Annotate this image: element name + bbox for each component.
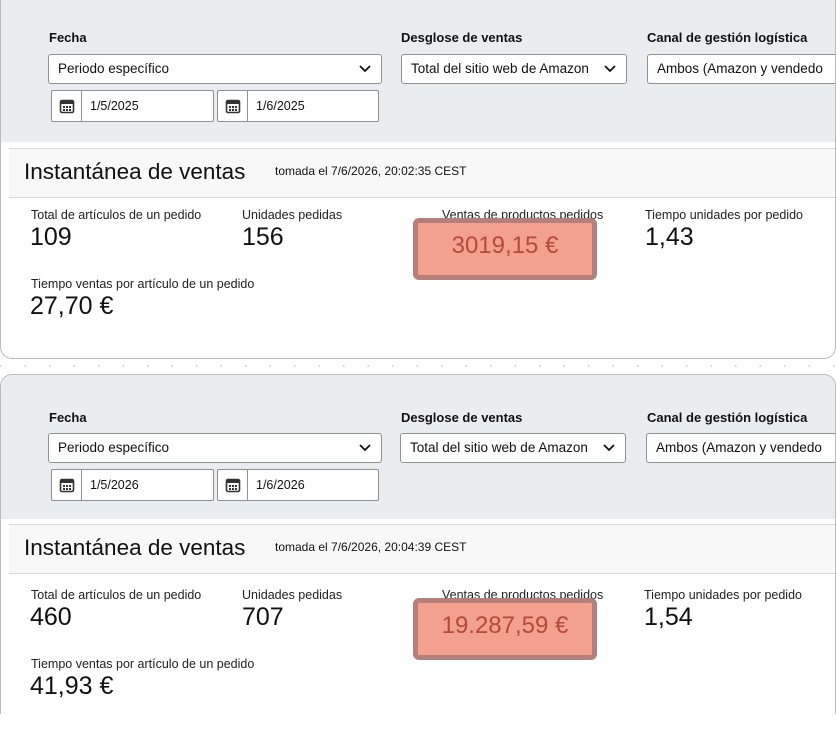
calendar-icon[interactable]	[52, 91, 82, 121]
desglose-select-value: Total del sitio web de Amazon	[410, 440, 588, 455]
canal-select-value: Ambos (Amazon y vendedo	[656, 440, 822, 455]
total-items-value: 109	[30, 223, 72, 251]
start-date-input[interactable]: 1/5/2025	[51, 90, 214, 122]
sales-panel-2025: Fecha Periodo específico 1/5/2025 1/6/20…	[0, 0, 836, 359]
sales-per-item-value: 27,70 €	[30, 292, 114, 320]
snapshot-title: Instantánea de ventas	[24, 535, 246, 560]
sales-value-highlight: 19.287,59 €	[413, 598, 597, 660]
chevron-down-icon	[359, 444, 371, 452]
fecha-select[interactable]: Periodo específico	[48, 433, 382, 463]
total-items-label: Total de artículos de un pedido	[31, 588, 202, 602]
start-date-value: 1/5/2025	[90, 99, 139, 113]
end-date-value: 1/6/2026	[256, 478, 305, 492]
end-date-value: 1/6/2025	[256, 99, 305, 113]
desglose-label: Desglose de ventas	[401, 410, 523, 425]
fecha-select-value: Periodo específico	[58, 61, 170, 76]
calendar-icon[interactable]	[218, 91, 248, 121]
sales-panel-2026: Fecha Periodo específico 1/5/2026 1/6/20…	[0, 374, 836, 714]
end-date-input[interactable]: 1/6/2025	[217, 90, 379, 122]
sales-value: 19.287,59 €	[441, 612, 569, 639]
calendar-icon[interactable]	[52, 470, 82, 500]
fecha-label: Fecha	[49, 410, 87, 425]
units-per-order-label: Tiempo unidades por pedido	[645, 208, 803, 222]
chevron-down-icon	[603, 444, 615, 452]
canal-label: Canal de gestión logística	[647, 30, 808, 45]
sales-value: 3019,15 €	[451, 232, 559, 259]
units-per-order-value: 1,43	[645, 223, 694, 251]
canal-select[interactable]: Ambos (Amazon y vendedo	[646, 433, 835, 463]
separator-dots	[0, 365, 836, 367]
snapshot-header: Instantánea de ventas tomada el 7/6/2026…	[9, 524, 835, 574]
snapshot-timestamp: tomada el 7/6/2026, 20:04:39 CEST	[275, 540, 467, 554]
units-per-order-value: 1,54	[644, 603, 693, 631]
fecha-select[interactable]: Periodo específico	[48, 54, 382, 84]
sales-value-highlight: 3019,15 €	[413, 218, 597, 280]
desglose-select-value: Total del sitio web de Amazon	[411, 61, 589, 76]
canal-label: Canal de gestión logística	[647, 410, 808, 425]
desglose-select[interactable]: Total del sitio web de Amazon	[400, 433, 626, 463]
filter-bar: Fecha Periodo específico 1/5/2025 1/6/20…	[1, 0, 835, 142]
total-items-value: 460	[30, 603, 72, 631]
desglose-select[interactable]: Total del sitio web de Amazon	[401, 54, 627, 84]
total-items-label: Total de artículos de un pedido	[31, 208, 202, 222]
start-date-input[interactable]: 1/5/2026	[51, 469, 214, 501]
canal-select-value: Ambos (Amazon y vendedo	[657, 61, 823, 76]
chevron-down-icon	[604, 65, 616, 73]
chevron-down-icon	[359, 65, 371, 73]
snapshot-title: Instantánea de ventas	[24, 159, 246, 184]
fecha-label: Fecha	[49, 30, 87, 45]
fecha-select-value: Periodo específico	[58, 440, 170, 455]
sales-per-item-value: 41,93 €	[30, 672, 114, 700]
calendar-icon[interactable]	[218, 470, 248, 500]
end-date-input[interactable]: 1/6/2026	[217, 469, 379, 501]
snapshot-header: Instantánea de ventas tomada el 7/6/2026…	[9, 148, 835, 198]
units-value: 156	[242, 223, 284, 251]
filter-bar: Fecha Periodo específico 1/5/2026 1/6/20…	[1, 375, 835, 519]
start-date-value: 1/5/2026	[90, 478, 139, 492]
units-label: Unidades pedidas	[242, 588, 343, 602]
canal-select[interactable]: Ambos (Amazon y vendedo	[647, 54, 835, 84]
snapshot-timestamp: tomada el 7/6/2026, 20:02:35 CEST	[275, 164, 467, 178]
desglose-label: Desglose de ventas	[401, 30, 523, 45]
units-value: 707	[242, 603, 284, 631]
units-label: Unidades pedidas	[242, 208, 343, 222]
sales-per-item-label: Tiempo ventas por artículo de un pedido	[31, 277, 255, 291]
units-per-order-label: Tiempo unidades por pedido	[644, 588, 802, 602]
sales-per-item-label: Tiempo ventas por artículo de un pedido	[31, 657, 255, 671]
